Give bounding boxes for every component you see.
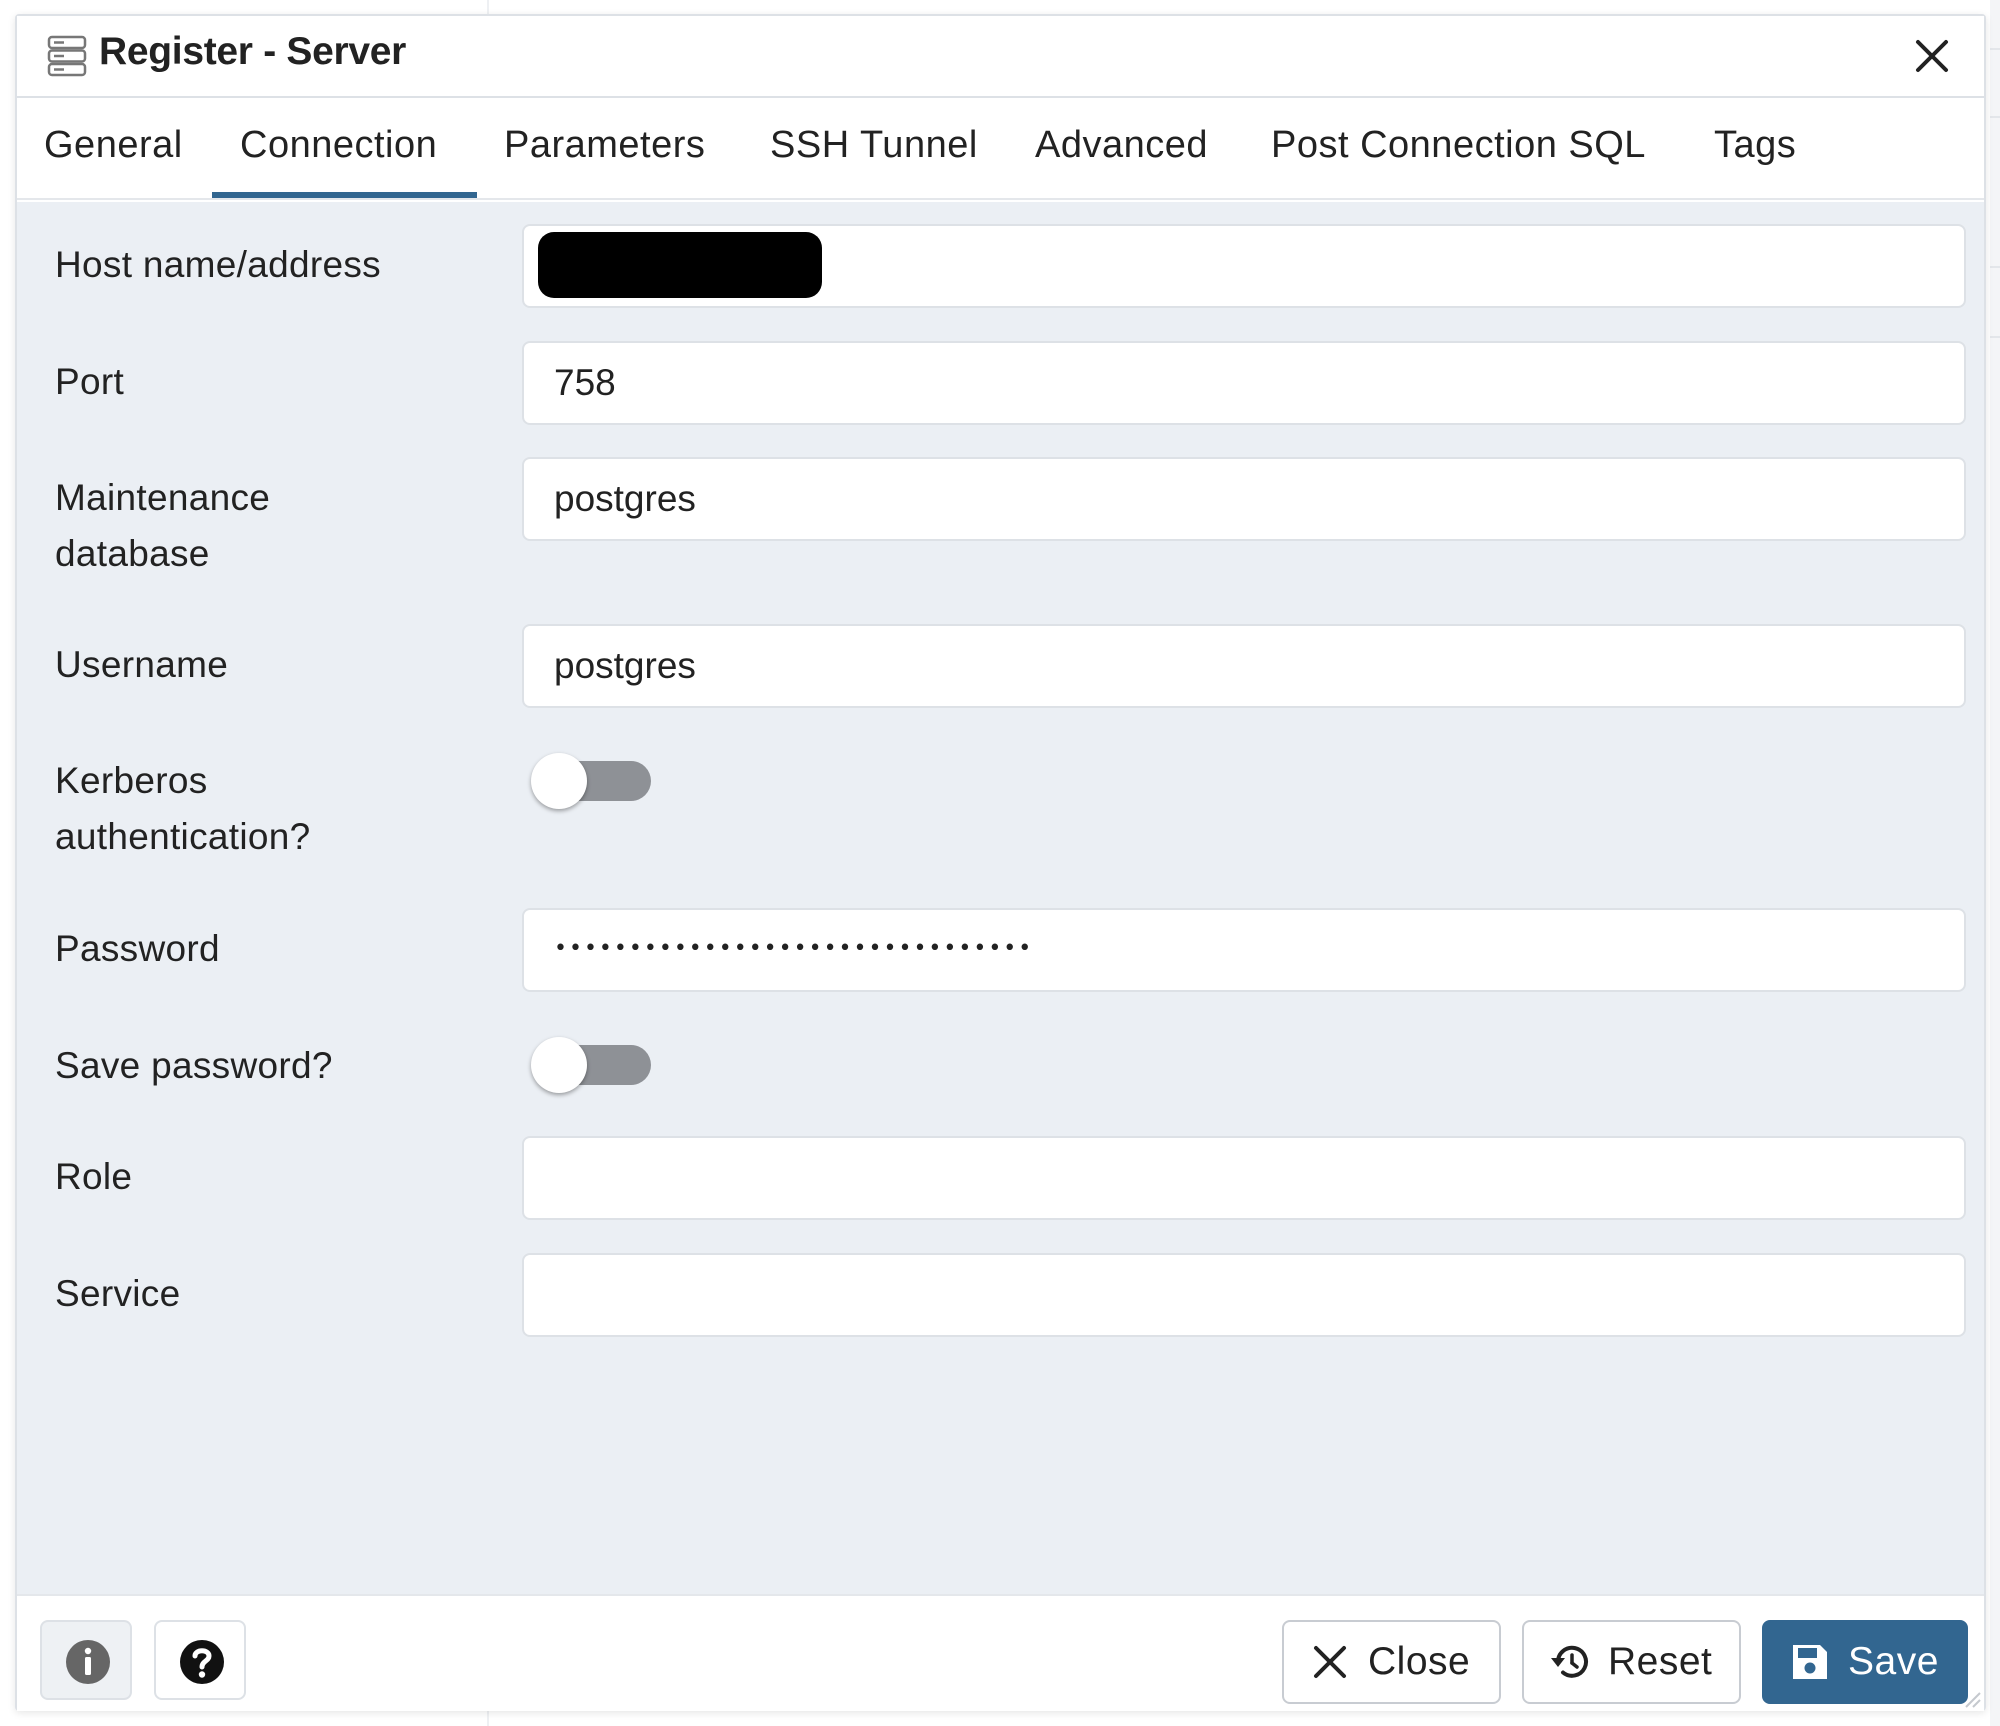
username-input[interactable]: postgres (522, 624, 1966, 708)
maintenance-db-input[interactable]: postgres (522, 457, 1966, 541)
dialog-titlebar[interactable]: Register - Server (17, 16, 1984, 98)
register-server-dialog: Register - Server General Connection Par… (15, 14, 1986, 1711)
active-tab-indicator (212, 192, 477, 198)
save-button[interactable]: Save (1762, 1620, 1968, 1704)
background-line (1990, 336, 2000, 338)
tab-advanced[interactable]: Advanced (1035, 124, 1208, 167)
tab-ssh-tunnel[interactable]: SSH Tunnel (770, 124, 978, 167)
redacted-host-value (538, 232, 822, 298)
background-panel-edge (1990, 0, 2000, 1726)
username-label: Username (55, 644, 229, 685)
kerberos-toggle[interactable] (531, 753, 651, 809)
close-icon (1314, 1646, 1346, 1678)
port-input[interactable]: 758 (522, 341, 1966, 425)
host-input[interactable] (522, 224, 1966, 308)
tab-bar: General Connection Parameters SSH Tunnel… (17, 100, 1984, 200)
maintenance-db-label: Maintenance database (55, 477, 271, 574)
password-input[interactable]: •••••••••••••••••••••••••••••••• (522, 908, 1966, 992)
service-label: Service (55, 1273, 181, 1314)
tab-tags[interactable]: Tags (1714, 124, 1796, 167)
toggle-thumb (531, 753, 587, 809)
background-line (1990, 116, 2000, 118)
background-line (1990, 266, 2000, 268)
connection-form: Host name/address Port 758 Maintenance d… (17, 202, 1984, 1594)
dialog-title: Register - Server (99, 30, 407, 73)
service-input[interactable] (522, 1253, 1966, 1337)
toggle-thumb (531, 1037, 587, 1093)
server-icon (47, 34, 87, 78)
info-button[interactable] (40, 1620, 132, 1700)
port-label: Port (55, 361, 125, 402)
help-button[interactable] (154, 1620, 246, 1700)
dialog-footer: Close Reset Save (17, 1594, 1984, 1711)
close-button[interactable]: Close (1282, 1620, 1501, 1704)
tab-general[interactable]: General (44, 124, 183, 167)
info-icon (66, 1640, 110, 1684)
tab-connection[interactable]: Connection (240, 124, 437, 167)
background-line (1990, 48, 2000, 50)
role-label: Role (55, 1156, 133, 1197)
help-icon (180, 1640, 224, 1684)
role-input[interactable] (522, 1136, 1966, 1220)
save-icon (1793, 1645, 1827, 1679)
resize-grip-icon[interactable] (1960, 1687, 1982, 1709)
close-icon[interactable] (1912, 36, 1952, 76)
host-label: Host name/address (55, 244, 381, 285)
password-label: Password (55, 928, 220, 969)
kerberos-label: Kerberos authentication? (55, 760, 311, 857)
reset-icon (1551, 1645, 1588, 1678)
reset-button[interactable]: Reset (1522, 1620, 1741, 1704)
tab-parameters[interactable]: Parameters (504, 124, 705, 167)
tab-post-connection-sql[interactable]: Post Connection SQL (1271, 124, 1646, 167)
save-password-toggle[interactable] (531, 1037, 651, 1093)
save-password-label: Save password? (55, 1045, 333, 1086)
